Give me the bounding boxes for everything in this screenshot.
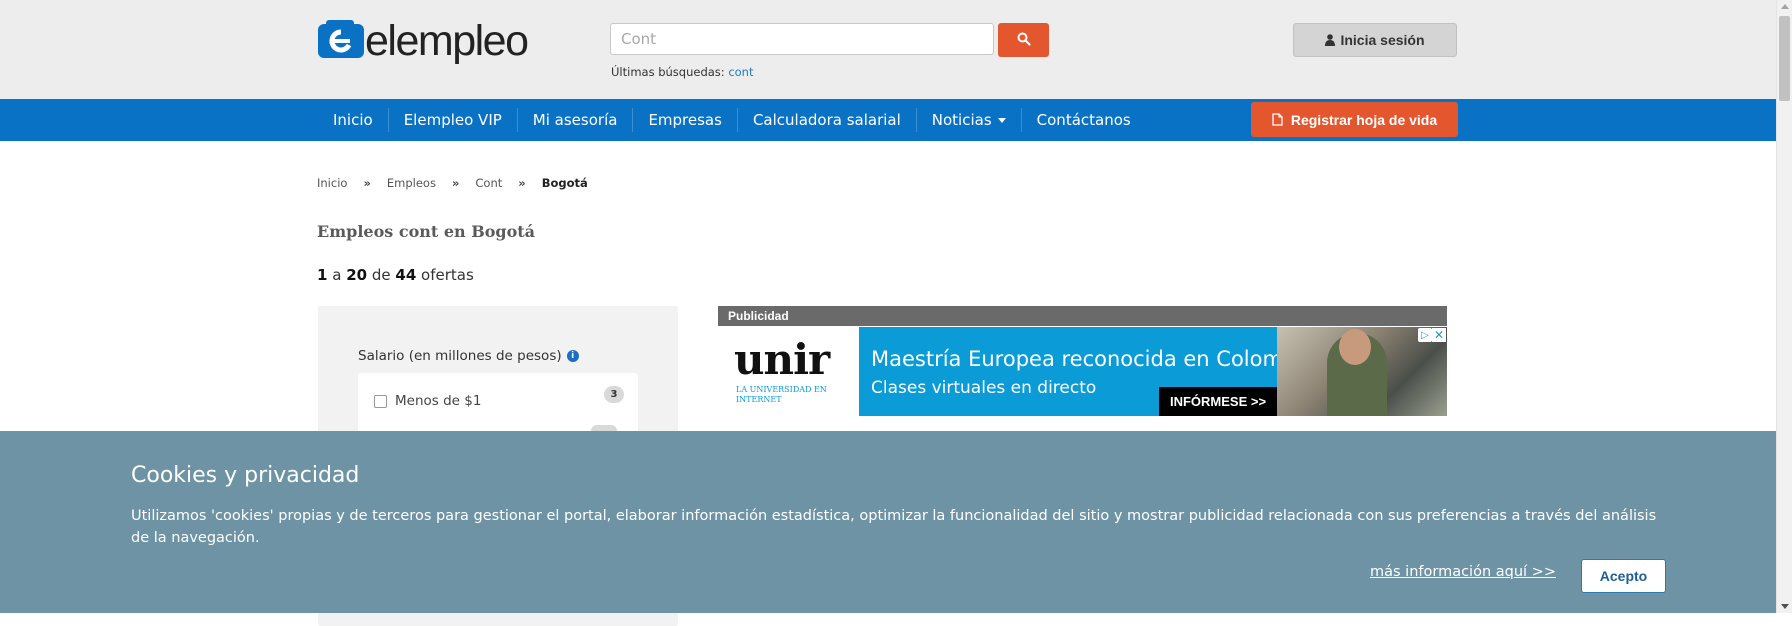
nav-item-calculadora-salarial[interactable]: Calculadora salarial — [738, 108, 917, 132]
nav-items: Inicio Elempleo VIP Mi asesoría Empresas… — [318, 99, 1146, 141]
breadcrumb-separator: » — [518, 176, 526, 190]
breadcrumb-separator: » — [363, 176, 371, 190]
results-suffix: ofertas — [421, 266, 474, 284]
results-to: 20 — [346, 266, 368, 284]
filter-option-label: Menos de $1 — [395, 393, 482, 409]
salary-filter-label: Salario (en millones de pesos) — [358, 348, 562, 364]
info-icon[interactable]: i — [566, 350, 579, 362]
close-icon[interactable]: ✕ — [1432, 328, 1446, 342]
login-button[interactable]: Inicia sesión — [1293, 23, 1457, 57]
ad-banner[interactable]: unir LA UNIVERSIDAD EN INTERNET Maestría… — [718, 327, 1447, 416]
cookie-banner: Cookies y privacidad Utilizamos 'cookies… — [0, 431, 1776, 613]
results-from: 1 — [317, 266, 328, 284]
login-label: Inicia sesión — [1340, 32, 1425, 48]
recent-searches: Últimas búsquedas: cont — [611, 65, 753, 79]
scroll-down-icon[interactable] — [1781, 604, 1789, 609]
nav-item-elempleo-vip[interactable]: Elempleo VIP — [389, 108, 518, 132]
breadcrumb: Inicio » Empleos » Cont » Bogotá — [317, 176, 588, 190]
breadcrumb-item-inicio[interactable]: Inicio — [317, 176, 347, 190]
results-a: a — [332, 266, 342, 284]
register-cv-button[interactable]: Registrar hoja de vida — [1251, 102, 1458, 137]
search-button[interactable] — [998, 23, 1049, 57]
cookie-text: Utilizamos 'cookies' propias y de tercer… — [131, 508, 1657, 546]
breadcrumb-item-cont[interactable]: Cont — [475, 176, 502, 190]
breadcrumb-separator: » — [451, 176, 460, 190]
search-input[interactable] — [610, 23, 994, 55]
nav-item-noticias[interactable]: Noticias — [917, 108, 1022, 132]
nav-item-contactanos[interactable]: Contáctanos — [1022, 108, 1146, 132]
ad-subline: Clases virtuales en directo — [871, 378, 1097, 398]
filter-option[interactable]: Menos de $1 3 — [374, 386, 624, 411]
vertical-scrollbar[interactable] — [1776, 0, 1792, 613]
scroll-thumb[interactable] — [1779, 16, 1790, 101]
page-title: Empleos cont en Bogotá — [317, 222, 536, 241]
salary-filter-title: Salario (en millones de pesos) i — [358, 348, 579, 364]
filter-checkbox[interactable] — [374, 394, 387, 408]
ad-label: Publicidad — [718, 306, 1447, 326]
cookie-title: Cookies y privacidad — [131, 463, 360, 488]
ad-headline: Maestría Europea reconocida en Colombia — [871, 347, 1315, 371]
recent-search-link[interactable]: cont — [728, 65, 753, 79]
logo-icon — [318, 20, 364, 58]
ad-brand-logo: unir — [734, 335, 830, 384]
user-icon — [1325, 34, 1336, 46]
breadcrumb-item-current: Bogotá — [541, 176, 588, 190]
cookie-more-info-link[interactable]: más información aquí >> — [1370, 564, 1556, 580]
ad-photo-head — [1339, 329, 1371, 365]
site-header: elempleo Últimas búsquedas: cont Inicia … — [0, 0, 1776, 99]
main-nav: Inicio Elempleo VIP Mi asesoría Empresas… — [0, 99, 1776, 141]
results-total: 44 — [395, 266, 417, 284]
breadcrumb-item-empleos[interactable]: Empleos — [387, 176, 436, 190]
results-count: 1 a 20 de 44 ofertas — [317, 266, 474, 284]
recent-searches-label: Últimas búsquedas: — [611, 65, 725, 79]
document-icon — [1272, 113, 1283, 126]
nav-item-inicio[interactable]: Inicio — [318, 108, 389, 132]
chevron-down-icon — [997, 117, 1006, 123]
nav-item-empresas[interactable]: Empresas — [633, 108, 738, 132]
logo-text: elempleo — [365, 17, 529, 65]
filter-count-badge: 3 — [604, 386, 624, 403]
nav-item-mi-asesoria[interactable]: Mi asesoría — [518, 108, 634, 132]
scroll-up-icon[interactable] — [1781, 4, 1789, 9]
ad-brand-sub: LA UNIVERSIDAD EN INTERNET — [736, 385, 827, 404]
results-de: de — [371, 266, 391, 284]
cookie-accept-button[interactable]: Acepto — [1581, 559, 1666, 593]
ad-cta-button[interactable]: INFÓRMESE >> — [1159, 387, 1277, 416]
nav-item-noticias-label: Noticias — [931, 111, 992, 129]
register-cv-label: Registrar hoja de vida — [1290, 111, 1438, 128]
search-icon — [1017, 32, 1031, 46]
ad-choices-icon[interactable]: ▷ — [1418, 328, 1432, 342]
site-logo[interactable]: elempleo — [318, 17, 533, 68]
ad-brand-area: unir LA UNIVERSIDAD EN INTERNET — [718, 327, 859, 416]
